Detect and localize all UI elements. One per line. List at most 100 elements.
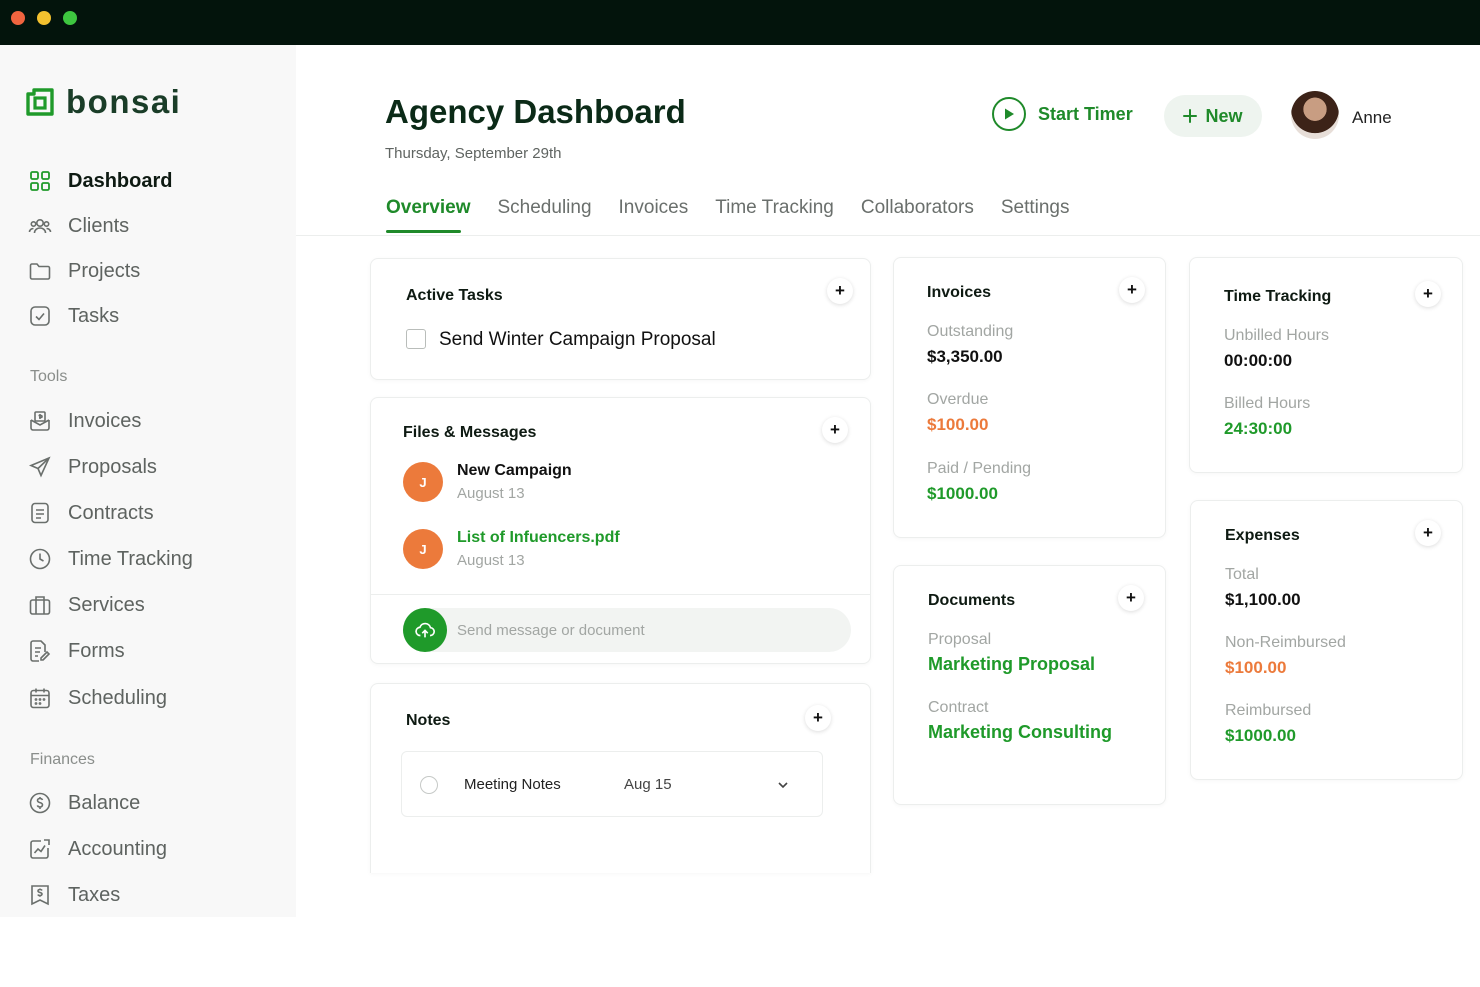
non-reimbursed-value: $100.00 [1225,658,1287,677]
note-title: Meeting Notes [464,776,561,793]
chart-trend-icon [30,839,50,859]
add-document-button[interactable]: + [1118,585,1144,611]
note-date: Aug 15 [624,776,672,793]
sidebar-item-balance[interactable]: Balance [28,788,140,818]
chevron-down-icon[interactable] [776,778,790,792]
add-invoice-button[interactable]: + [1119,277,1145,303]
start-timer-button[interactable]: Start Timer [992,97,1133,131]
message-input[interactable]: Send message or document [403,608,851,652]
sidebar-item-dashboard[interactable]: Dashboard [28,166,172,196]
divider [371,594,870,595]
sidebar-item-clients[interactable]: Clients [28,211,129,241]
add-time-button[interactable]: + [1415,281,1441,307]
plus-icon [1183,109,1198,123]
tab-settings[interactable]: Settings [1001,197,1070,233]
message-placeholder: Send message or document [457,621,645,639]
sender-avatar: J [403,529,443,569]
card-title: Invoices [927,284,992,301]
documents-card: Documents + Proposal Marketing Proposal … [893,565,1166,805]
unbilled-hours-label: Unbilled Hours [1224,327,1329,344]
billed-hours-value: 24:30:00 [1224,419,1293,438]
sidebar-item-label: Time Tracking [68,547,193,570]
new-button-label: New [1205,105,1243,126]
notes-card: Notes + Meeting Notes Aug 15 [370,683,871,873]
expenses-card: Expenses + Total $1,100.00 Non-Reimburse… [1190,500,1463,780]
file-title[interactable]: New Campaign [457,462,572,480]
brand-logo[interactable]: bonsai [24,83,181,121]
add-note-button[interactable]: + [805,705,831,731]
file-link[interactable]: List of Infuencers.pdf [457,529,620,547]
unbilled-hours-value: 00:00:00 [1224,351,1293,370]
sidebar-item-label: Projects [68,259,141,282]
tab-divider [296,235,1480,236]
card-title: Documents [928,592,1016,609]
total-value: $1,100.00 [1225,590,1301,609]
dollar-coin-icon [29,792,51,814]
maximize-window-button[interactable] [63,11,77,25]
sidebar-item-forms[interactable]: Forms [28,636,125,666]
folder-icon [29,263,51,280]
tab-overview[interactable]: Overview [386,197,471,233]
sidebar-item-projects[interactable]: Projects [28,256,140,286]
add-file-button[interactable]: + [822,417,848,443]
paid-pending-label: Paid / Pending [927,460,1032,477]
current-date: Thursday, September 29th [385,145,562,162]
sidebar-item-label: Invoices [68,409,142,432]
tab-collaborators[interactable]: Collaborators [861,197,974,233]
task-checkbox[interactable] [406,329,426,349]
time-tracking-card: Time Tracking + Unbilled Hours 00:00:00 … [1189,257,1463,473]
dashboard-tabs: Overview Scheduling Invoices Time Tracki… [386,197,1070,233]
sidebar-item-services[interactable]: Services [28,590,145,620]
sidebar-item-proposals[interactable]: Proposals [28,452,157,482]
sidebar-item-invoices[interactable]: Invoices [28,406,141,436]
tab-scheduling[interactable]: Scheduling [498,197,592,233]
user-avatar[interactable] [1291,91,1339,139]
window-titlebar [0,0,1480,45]
files-messages-card: Files & Messages + J New Campaign August… [370,397,871,664]
card-title: Active Tasks [406,287,503,304]
proposal-link[interactable]: Marketing Proposal [928,654,1095,675]
sidebar-item-accounting[interactable]: Accounting [28,834,167,864]
sidebar-item-contracts[interactable]: Contracts [28,498,154,528]
sidebar-item-time-tracking[interactable]: Time Tracking [28,544,193,574]
sidebar-item-label: Clients [68,214,130,237]
reimbursed-label: Reimbursed [1225,702,1312,719]
bonsai-logo-icon [26,88,54,116]
reimbursed-value: $1000.00 [1225,726,1296,745]
clients-icon [28,219,52,234]
upload-cloud-icon[interactable] [403,608,447,652]
tab-time-tracking[interactable]: Time Tracking [715,197,834,233]
overdue-value: $100.00 [927,415,989,434]
page-title: Agency Dashboard [385,93,686,130]
invoice-icon [30,411,50,431]
brand-name: bonsai [66,83,182,120]
section-label-tools: Tools [30,368,68,385]
card-title: Files & Messages [403,424,537,441]
new-button[interactable]: New [1164,95,1262,137]
minimize-window-button[interactable] [37,11,51,25]
active-tasks-card: Active Tasks + Send Winter Campaign Prop… [370,258,871,380]
sidebar-item-taxes[interactable]: Taxes [28,880,120,910]
add-expense-button[interactable]: + [1415,520,1441,546]
overdue-label: Overdue [927,391,989,408]
tab-invoices[interactable]: Invoices [619,197,689,233]
close-window-button[interactable] [11,11,25,25]
add-task-button[interactable]: + [827,278,853,304]
sidebar-item-label: Scheduling [68,686,167,709]
card-title: Time Tracking [1224,288,1332,305]
contract-label: Contract [928,699,989,716]
user-name[interactable]: Anne [1352,108,1392,128]
sidebar-item-label: Contracts [68,501,154,524]
contract-link[interactable]: Marketing Consulting [928,722,1112,743]
sidebar-item-tasks[interactable]: Tasks [28,301,119,331]
note-radio[interactable] [420,776,438,794]
sidebar-item-label: Taxes [68,883,121,906]
sidebar-item-label: Proposals [68,455,157,478]
note-row[interactable]: Meeting Notes Aug 15 [401,751,823,817]
sidebar-item-label: Balance [68,791,141,814]
card-title: Notes [406,712,451,729]
proposal-label: Proposal [928,631,992,648]
sidebar-item-scheduling[interactable]: Scheduling [28,683,167,713]
contract-icon [31,502,49,524]
file-date: August 13 [457,552,525,569]
